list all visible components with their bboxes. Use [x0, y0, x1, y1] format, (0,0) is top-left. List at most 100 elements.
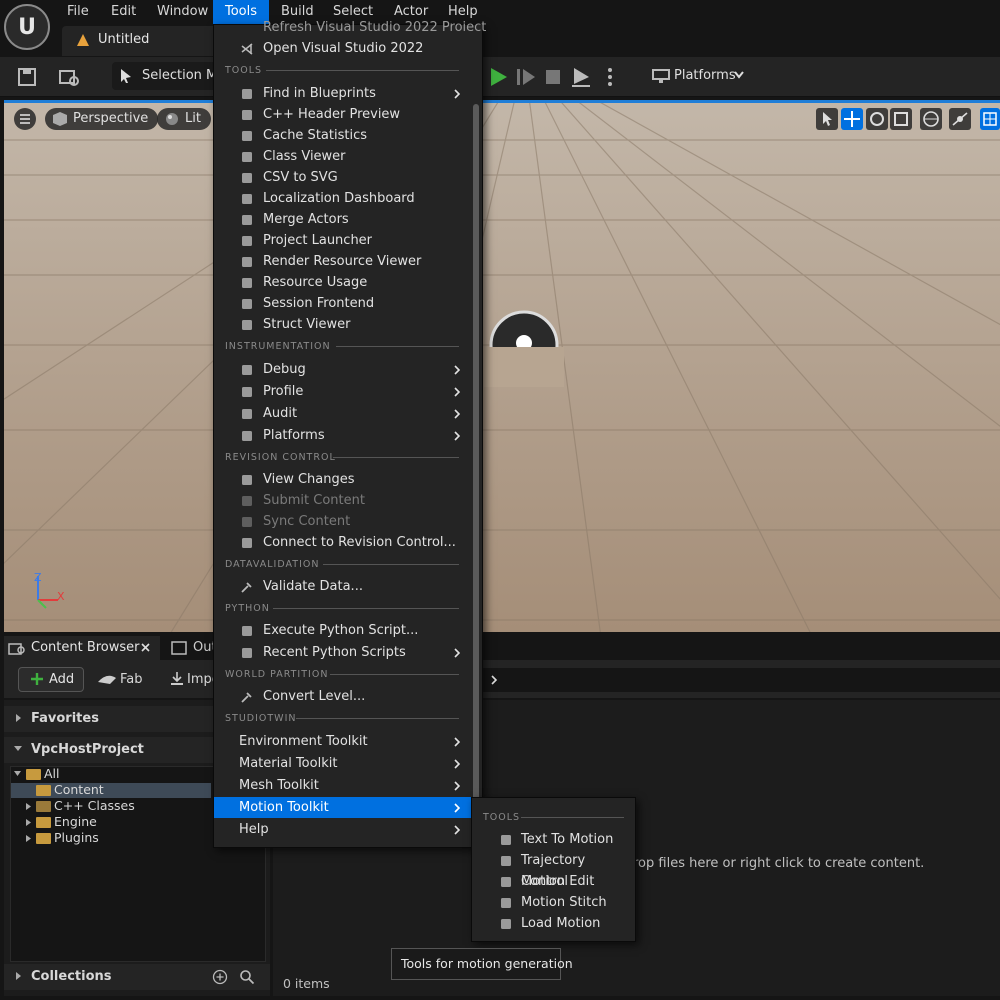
menu-item-sync-content[interactable]: Sync Content	[214, 511, 474, 532]
chevron-right-icon[interactable]	[490, 675, 498, 685]
menu-tools[interactable]: Tools	[213, 0, 270, 24]
output-log-icon	[171, 641, 187, 655]
menu-item-validate-data[interactable]: Validate Data...	[214, 576, 474, 597]
tree-item-cpp-classes[interactable]: C++ Classes	[54, 798, 135, 814]
menu-item-c-header-preview[interactable]: C++ Header Preview	[214, 104, 474, 125]
submenu-section-tools: TOOLS	[483, 812, 521, 823]
rotate-mode-icon[interactable]	[866, 108, 888, 130]
profile-icon	[242, 387, 252, 397]
menu-item-execute-python-script[interactable]: Execute Python Script...	[214, 620, 474, 641]
menu-window[interactable]: Window	[145, 0, 220, 24]
menu-item-view-changes[interactable]: View Changes	[214, 469, 474, 490]
submenu-item-load-motion[interactable]: Load Motion	[472, 913, 635, 934]
menu-item-csv-to-svg[interactable]: CSV to SVG	[214, 167, 474, 188]
section-instrumentation: INSTRUMENTATION	[225, 341, 331, 352]
select-mode-icon[interactable]	[816, 108, 838, 130]
play-icon[interactable]	[486, 65, 510, 89]
menu-item-merge-actors[interactable]: Merge Actors	[214, 209, 474, 230]
expand-arrow-icon[interactable]	[25, 818, 32, 827]
tree-item-content[interactable]: Content	[54, 782, 104, 798]
menu-item-label: Resource Usage	[263, 275, 368, 290]
tree-item-all[interactable]: All	[44, 766, 60, 782]
level-viewport[interactable]	[4, 100, 1000, 632]
menu-item-class-viewer[interactable]: Class Viewer	[214, 146, 474, 167]
fab-button[interactable]: Fab	[120, 672, 143, 687]
project-title: VpcHostProject	[31, 742, 144, 757]
menu-item-label: Open Visual Studio 2022	[263, 41, 424, 56]
submenu-arrow-icon	[454, 781, 460, 791]
menu-file[interactable]: File	[55, 0, 101, 24]
merge-icon	[242, 215, 252, 225]
csv-icon	[242, 173, 252, 183]
browse-level-icon[interactable]	[57, 65, 81, 89]
menu-item-material-toolkit[interactable]: Material Toolkit	[214, 753, 474, 774]
expand-arrow-icon[interactable]	[15, 971, 22, 981]
submenu-item-text-to-motion[interactable]: Text To Motion	[472, 829, 635, 850]
fab-icon[interactable]	[96, 672, 118, 686]
menu-item-label: Render Resource Viewer	[263, 254, 422, 269]
menu-item-mesh-toolkit[interactable]: Mesh Toolkit	[214, 775, 474, 796]
menu-item-platforms[interactable]: Platforms	[214, 425, 474, 446]
menu-item-localization-dashboard[interactable]: Localization Dashboard	[214, 188, 474, 209]
menu-item-motion-toolkit[interactable]: Motion Toolkit	[214, 797, 474, 818]
menu-item-submit-content[interactable]: Submit Content	[214, 490, 474, 511]
menu-item-struct-viewer[interactable]: Struct Viewer	[214, 314, 474, 335]
collapse-arrow-icon[interactable]	[13, 770, 22, 777]
menu-item-profile[interactable]: Profile	[214, 381, 474, 402]
menu-item-find-in-blueprints[interactable]: Find in Blueprints	[214, 83, 474, 104]
eject-icon[interactable]	[569, 65, 593, 89]
menu-item-connect-to-revision-control[interactable]: Connect to Revision Control...	[214, 532, 474, 553]
scale-mode-icon[interactable]	[890, 108, 912, 130]
translate-mode-icon[interactable]	[841, 108, 863, 130]
skip-frame-icon[interactable]	[514, 65, 538, 89]
divider	[333, 457, 459, 458]
menu-edit[interactable]: Edit	[99, 0, 148, 24]
collapse-arrow-icon[interactable]	[13, 745, 23, 752]
menu-item-label: Cache Statistics	[263, 128, 367, 143]
viewport-menu-icon[interactable]	[14, 108, 36, 130]
menu-scrollbar[interactable]	[473, 104, 479, 844]
more-options-icon[interactable]	[598, 65, 622, 89]
save-icon[interactable]	[15, 65, 39, 89]
add-collection-icon[interactable]	[212, 969, 228, 985]
cube-icon	[53, 112, 67, 126]
menu-item-environment-toolkit[interactable]: Environment Toolkit	[214, 731, 474, 752]
expand-arrow-icon[interactable]	[25, 802, 32, 811]
menu-item-help[interactable]: Help	[214, 819, 474, 840]
submenu-item-trajectory-control[interactable]: Trajectory Control	[472, 850, 635, 889]
divider	[330, 674, 459, 675]
convert-icon	[241, 692, 252, 703]
menu-item-convert-level[interactable]: Convert Level...	[214, 686, 474, 707]
import-icon[interactable]	[169, 671, 185, 687]
menu-item-cache-statistics[interactable]: Cache Statistics	[214, 125, 474, 146]
expand-arrow-icon[interactable]	[15, 713, 22, 723]
branch-icon	[242, 538, 252, 548]
menu-item-label: Motion Stitch	[521, 895, 607, 910]
menu-item-project-launcher[interactable]: Project Launcher	[214, 230, 474, 251]
menu-item-audit[interactable]: Audit	[214, 403, 474, 424]
submenu-item-motion-edit[interactable]: Motion Edit	[472, 871, 635, 892]
menu-item-refresh-vs[interactable]: Refresh Visual Studio 2022 Project	[263, 17, 486, 31]
close-icon[interactable]	[141, 643, 150, 652]
submenu-arrow-icon	[454, 737, 460, 747]
divider	[323, 564, 459, 565]
expand-arrow-icon[interactable]	[25, 834, 32, 843]
arrow-right-icon	[242, 517, 252, 527]
menu-item-open-vs[interactable]: Open Visual Studio 2022	[214, 38, 474, 59]
menu-item-session-frontend[interactable]: Session Frontend	[214, 293, 474, 314]
world-space-icon[interactable]	[920, 108, 942, 130]
stop-icon[interactable]	[541, 65, 565, 89]
grid-snap-icon[interactable]	[980, 108, 1000, 130]
tree-item-plugins[interactable]: Plugins	[54, 830, 99, 846]
tree-item-engine[interactable]: Engine	[54, 814, 97, 830]
menu-item-render-resource-viewer[interactable]: Render Resource Viewer	[214, 251, 474, 272]
menu-item-resource-usage[interactable]: Resource Usage	[214, 272, 474, 293]
surface-snap-icon[interactable]	[949, 108, 971, 130]
unreal-logo-icon[interactable]: U	[4, 4, 50, 50]
search-icon[interactable]	[239, 969, 255, 985]
section-world-partition: WORLD PARTITION	[225, 669, 329, 680]
level-tab-title: Untitled	[98, 32, 150, 47]
submenu-item-motion-stitch[interactable]: Motion Stitch	[472, 892, 635, 913]
menu-item-recent-python-scripts[interactable]: Recent Python Scripts	[214, 642, 474, 663]
menu-item-debug[interactable]: Debug	[214, 359, 474, 380]
